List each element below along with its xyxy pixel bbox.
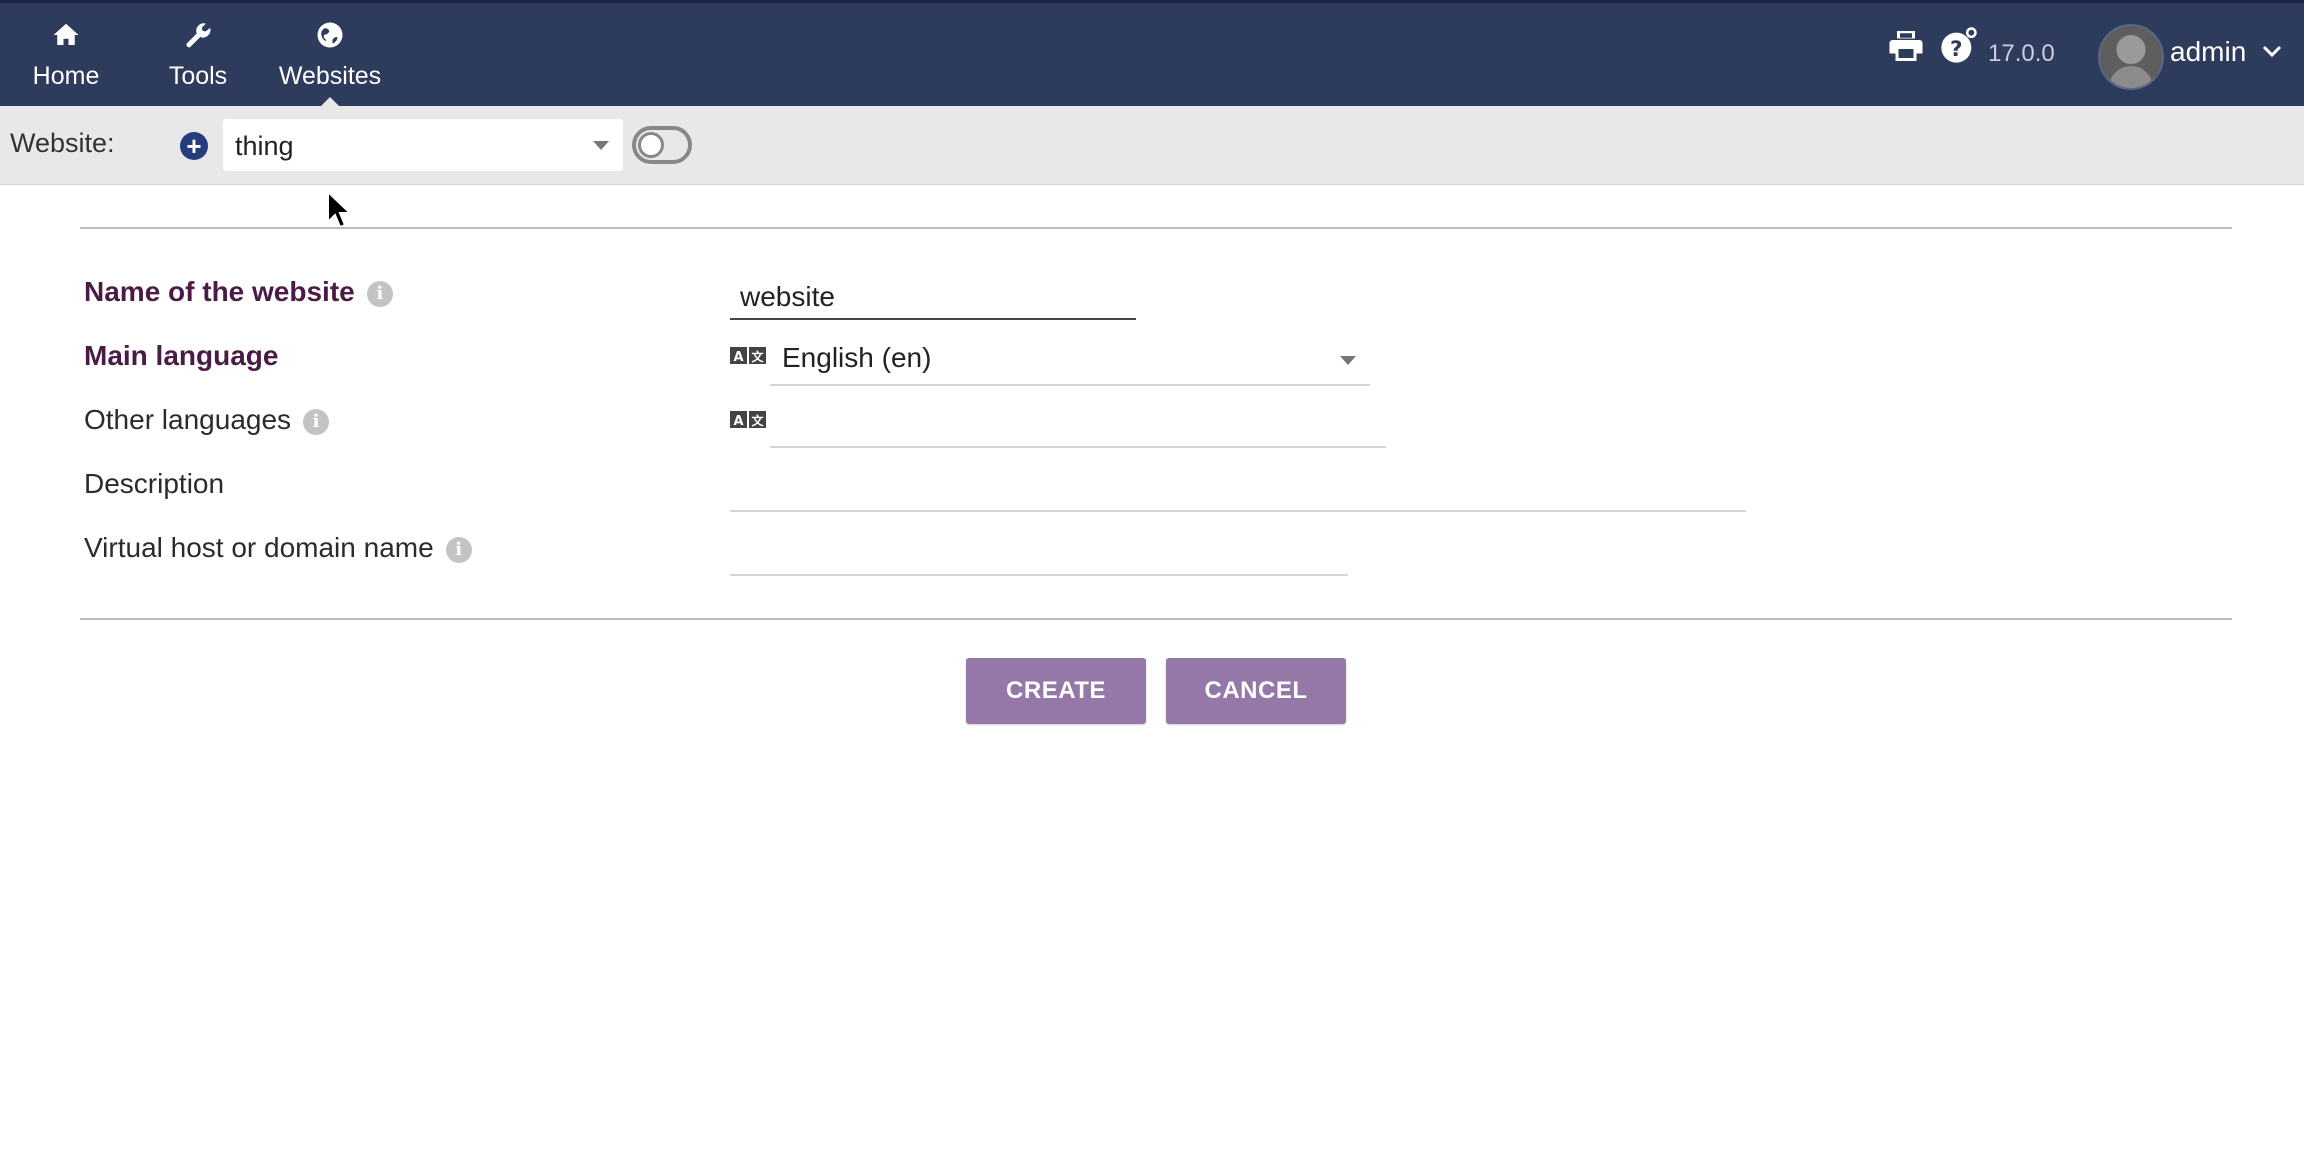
username-label[interactable]: admin [2170, 36, 2246, 68]
nav-tools[interactable]: Tools [158, 20, 238, 100]
wrench-icon [158, 20, 238, 56]
website-select[interactable]: thing [223, 119, 623, 171]
globe-icon [268, 20, 392, 56]
info-icon[interactable]: i [445, 536, 472, 563]
website-toolbar: Website: + thing [0, 106, 2304, 185]
dropdown-arrow-icon [593, 141, 609, 150]
website-label: Website: [10, 128, 115, 158]
main-language-label: Main language [84, 340, 279, 371]
website-name-label: Name of the website i [84, 276, 393, 308]
translate-icon: A 文 [730, 346, 766, 371]
nav-tools-label: Tools [168, 62, 228, 90]
main-language-value: English (en) [782, 342, 932, 373]
info-icon[interactable]: i [366, 280, 393, 307]
nav-home-label: Home [32, 62, 100, 90]
website-select-value: thing [235, 131, 294, 161]
info-icon[interactable]: i [303, 408, 330, 435]
version-label: 17.0.0 [1988, 40, 2055, 67]
virtual-host-input[interactable] [730, 532, 1348, 576]
nav-home[interactable]: Home [26, 20, 106, 100]
home-icon [26, 20, 106, 56]
mouse-cursor-icon [327, 190, 352, 229]
svg-text:?: ? [1950, 37, 1963, 62]
svg-text:文: 文 [751, 349, 764, 364]
cancel-button[interactable]: CANCEL [1166, 658, 1346, 724]
website-toggle[interactable] [632, 126, 692, 164]
translate-icon: A 文 [730, 410, 766, 435]
printer-icon[interactable] [1888, 26, 1928, 82]
top-navigation-bar: Home Tools Websites ? 17.0.0 admin [0, 0, 2304, 107]
help-icon[interactable]: ? [1938, 26, 1982, 82]
nav-websites-label: Websites [278, 62, 382, 90]
description-label: Description [84, 468, 225, 499]
chevron-down-icon[interactable] [2262, 44, 2282, 63]
virtual-host-label: Virtual host or domain name i [84, 532, 472, 564]
create-button[interactable]: CREATE [966, 658, 1146, 724]
add-website-icon[interactable]: + [180, 132, 208, 160]
avatar[interactable] [2098, 24, 2164, 90]
nav-websites[interactable]: Websites [268, 20, 392, 100]
other-languages-label: Other languages i [84, 404, 330, 436]
website-name-input[interactable] [730, 276, 1136, 320]
svg-text:A: A [733, 414, 743, 429]
other-languages-input[interactable] [770, 404, 1386, 448]
dropdown-arrow-icon [1340, 356, 1356, 365]
top-border [0, 0, 2304, 3]
description-input[interactable] [730, 468, 1746, 512]
main-language-select[interactable]: English (en) [770, 336, 1370, 386]
form-divider-top [80, 227, 2232, 229]
form-divider-bottom [80, 618, 2232, 620]
svg-text:文: 文 [751, 413, 764, 428]
svg-text:A: A [733, 350, 743, 365]
